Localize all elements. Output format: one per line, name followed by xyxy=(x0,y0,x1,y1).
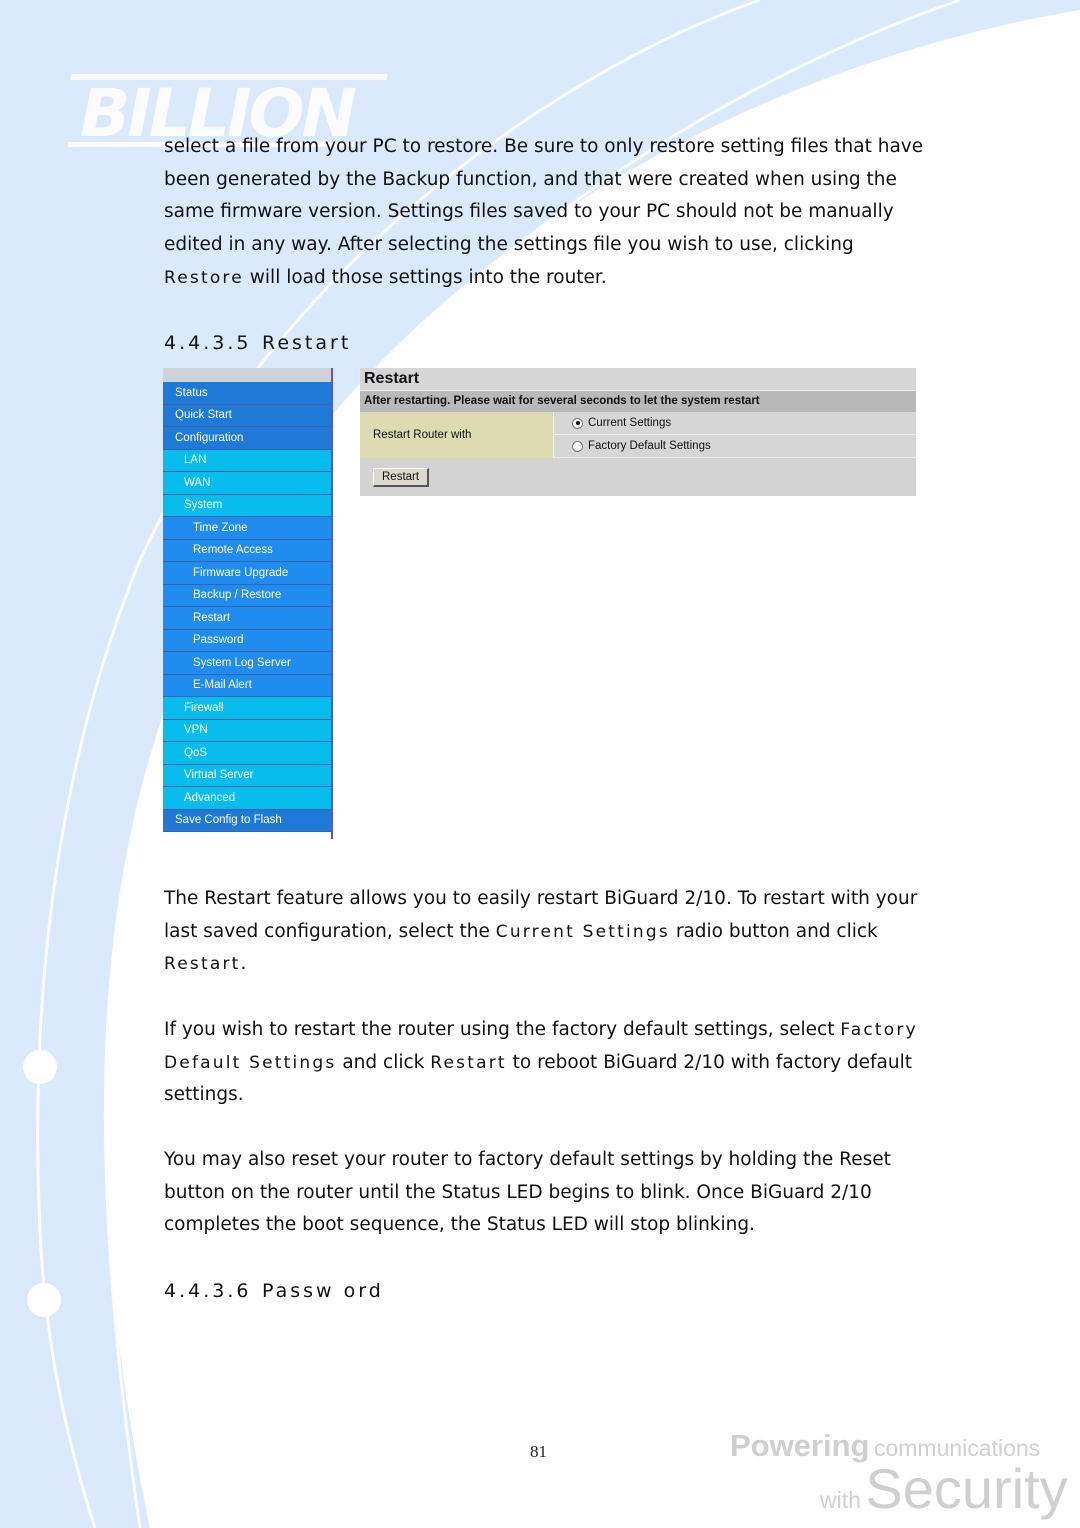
paragraph-reset-button: You may also reset your router to factor… xyxy=(164,1149,891,1236)
section-title: Restart xyxy=(262,332,352,354)
section-heading-restart: 4.4.3.5 Restart xyxy=(164,332,351,354)
panel-title: Restart xyxy=(360,368,916,391)
radio-button-checked-icon[interactable] xyxy=(572,417,583,429)
restart-option-row: Restart Router with Current Settings Fac… xyxy=(360,412,916,458)
section-title: Passw ord xyxy=(262,1280,384,1302)
sidebar-item-backup-restore[interactable]: Backup / Restore xyxy=(163,584,331,607)
sidebar-item-firewall[interactable]: Firewall xyxy=(163,697,331,720)
tagline-security: Security xyxy=(865,1457,1068,1520)
term-restart: Restart xyxy=(430,1052,507,1073)
text: and click xyxy=(336,1051,431,1073)
sidebar-item-quick-start[interactable]: Quick Start xyxy=(163,404,331,427)
intro-paragraph: select a file from your PC to restore. B… xyxy=(164,131,924,295)
radio-label: Factory Default Settings xyxy=(588,440,711,452)
sidebar-item-qos[interactable]: QoS xyxy=(163,742,331,765)
sidebar-item-time-zone[interactable]: Time Zone xyxy=(163,517,331,540)
radio-label: Current Settings xyxy=(588,417,672,429)
sidebar-item-advanced[interactable]: Advanced xyxy=(163,787,331,810)
sidebar-item-lan[interactable]: LAN xyxy=(163,449,331,472)
text: . xyxy=(240,953,247,975)
radio-current-settings[interactable]: Current Settings xyxy=(554,412,916,435)
sidebar-item-password[interactable]: Password xyxy=(163,629,331,652)
radio-factory-default-settings[interactable]: Factory Default Settings xyxy=(554,435,916,458)
term-restore: Restore xyxy=(164,267,244,288)
paragraph-restart-feature: The Restart feature allows you to easily… xyxy=(164,883,924,981)
section-number: 4.4.3.5 xyxy=(164,332,252,354)
restart-panel: Restart After restarting. Please wait fo… xyxy=(360,368,916,496)
sidebar-item-configuration[interactable]: Configuration xyxy=(163,427,331,450)
paragraph-factory-default: If you wish to restart the router using … xyxy=(164,1014,924,1112)
sidebar-item-vpn[interactable]: VPN xyxy=(163,719,331,742)
section-heading-password: 4.4.3.6 Passw ord xyxy=(164,1280,384,1302)
tagline-line-2: with Security xyxy=(820,1456,1068,1521)
sidebar-item-virtual-server[interactable]: Virtual Server xyxy=(163,764,331,787)
sidebar-top-bar xyxy=(163,368,331,382)
panel-footer: Restart xyxy=(360,458,916,496)
restart-button[interactable]: Restart xyxy=(373,467,430,487)
text: If you wish to restart the router using … xyxy=(164,1019,841,1040)
tagline-with: with xyxy=(820,1487,861,1513)
router-sidebar-nav: Status Quick Start Configuration LAN WAN Syst… xyxy=(163,368,333,839)
term-restart: Restart xyxy=(164,954,241,975)
sidebar-item-e-mail-alert[interactable]: E-Mail Alert xyxy=(163,674,331,697)
text: radio button and click xyxy=(669,920,878,942)
sidebar-item-remote-access[interactable]: Remote Access xyxy=(163,539,331,562)
sidebar-item-save-config-to-flash[interactable]: Save Config to Flash xyxy=(163,809,331,832)
intro-text: select a file from your PC to restore. B… xyxy=(164,136,924,256)
brand-tagline: Powering communications with Security xyxy=(730,1428,1075,1528)
page-number: 81 xyxy=(530,1442,547,1461)
sidebar-item-system[interactable]: System xyxy=(163,494,331,517)
nav-list: Status Quick Start Configuration LAN WAN Syst… xyxy=(163,382,331,832)
term-current-settings: Current Settings xyxy=(495,921,670,942)
sidebar-item-firmware-upgrade[interactable]: Firmware Upgrade xyxy=(163,562,331,585)
field-label-restart-router-with: Restart Router with xyxy=(360,412,554,458)
panel-notice: After restarting. Please wait for severa… xyxy=(360,391,916,412)
radio-button-unchecked-icon[interactable] xyxy=(572,440,583,452)
section-number: 4.4.3.6 xyxy=(164,1280,252,1302)
restart-options-group: Current Settings Factory Default Setting… xyxy=(554,412,916,458)
sidebar-item-system-log-server[interactable]: System Log Server xyxy=(163,652,331,675)
intro-text-tail: will load those settings into the router… xyxy=(243,266,607,288)
white-dot-upper xyxy=(23,1050,57,1084)
sidebar-item-restart[interactable]: Restart xyxy=(163,607,331,630)
sidebar-item-status[interactable]: Status xyxy=(163,382,331,405)
white-dot-lower xyxy=(27,1283,61,1317)
sidebar-item-wan[interactable]: WAN xyxy=(163,472,331,495)
